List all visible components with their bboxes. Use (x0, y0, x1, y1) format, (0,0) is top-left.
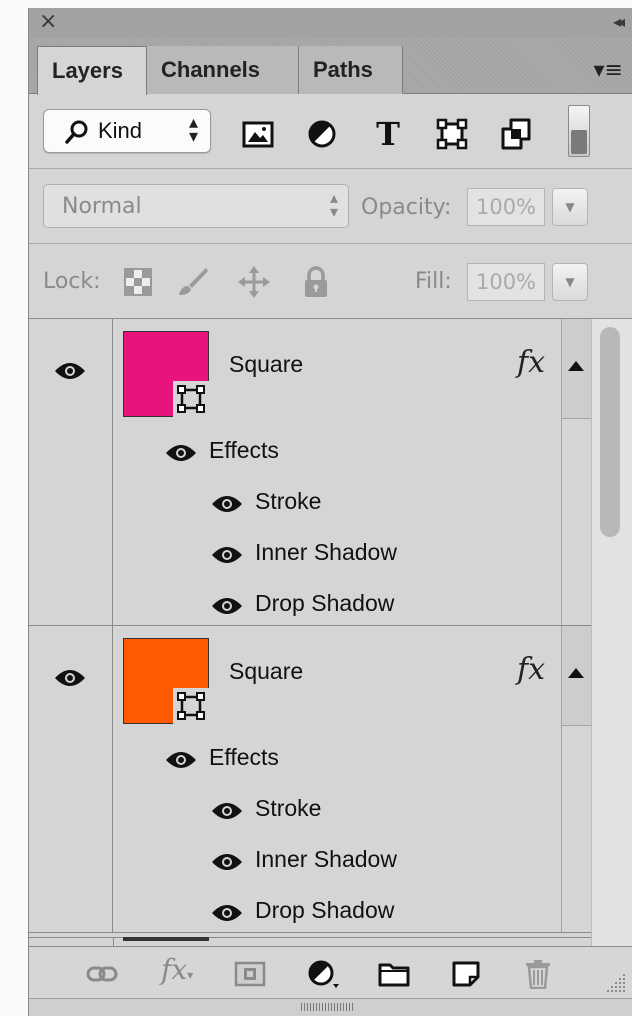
effect-label: Inner Shadow (255, 539, 397, 565)
fill-field[interactable]: 100% (467, 263, 545, 301)
visibility-column (29, 319, 113, 625)
effects-group-label: Effects (209, 744, 279, 770)
lock-position-icon[interactable] (237, 265, 271, 299)
layer-row[interactable]: Square fx Effects Stroke Inner Shadow Dr… (29, 319, 591, 626)
layers-scrollbar[interactable] (591, 319, 632, 947)
panel-menu-icon[interactable]: ▾≡ (594, 60, 623, 82)
effect-label: Inner Shadow (255, 846, 397, 872)
filter-toggle-switch[interactable] (568, 105, 590, 157)
tab-paths[interactable]: Paths (299, 46, 403, 94)
close-icon[interactable]: × (39, 10, 57, 34)
shape-layer-badge-icon (173, 688, 209, 724)
lock-image-pixels-icon[interactable] (175, 265, 209, 299)
collapse-panel-icon[interactable]: ◂◂ (613, 12, 625, 31)
add-layer-style-label: fx (161, 953, 188, 986)
panel-tabs: Layers Channels Paths ▾≡ (29, 38, 632, 95)
collapse-triangle-icon (568, 668, 584, 678)
lock-label: Lock: (43, 269, 101, 294)
panel-title-bar[interactable]: × ◂◂ (29, 8, 632, 38)
panel-resize-handle[interactable] (301, 1003, 355, 1011)
svg-text:T: T (376, 117, 400, 151)
layer-fx-indicator[interactable]: fx (517, 345, 545, 380)
blend-mode-value: Normal (62, 194, 142, 219)
layer-name[interactable]: Square (229, 658, 303, 685)
filter-kind-select[interactable]: Kind ▴ ▾ (43, 109, 211, 153)
add-layer-mask-icon[interactable] (233, 959, 267, 989)
collapse-toggle-cell (562, 319, 591, 419)
effect-visibility-eye-icon[interactable] (211, 852, 243, 872)
adjustment-layer-filter-icon[interactable] (305, 117, 339, 151)
link-layers-icon[interactable] (85, 959, 119, 989)
collapse-triangle-icon (568, 361, 584, 371)
effects-collapse-toggle[interactable] (561, 319, 591, 625)
effect-visibility-eye-icon[interactable] (211, 596, 243, 616)
effect-label: Stroke (255, 795, 322, 821)
shape-layer-filter-icon[interactable] (435, 117, 469, 151)
scrollbar-thumb[interactable] (600, 327, 620, 537)
next-thumbnail-edge (123, 937, 209, 941)
search-icon (65, 120, 88, 144)
effects-visibility-eye-icon[interactable] (165, 443, 197, 463)
effect-label: Drop Shadow (255, 897, 395, 923)
shape-layer-badge-icon (173, 381, 209, 417)
effect-label: Stroke (255, 488, 322, 514)
effects-collapse-toggle[interactable] (561, 626, 591, 932)
tab-channels[interactable]: Channels (147, 46, 299, 94)
effects-group-label: Effects (209, 437, 279, 463)
layers-panel: × ◂◂ Layers Channels Paths ▾≡ Kind ▴▾ T (28, 8, 632, 1016)
pixel-layer-filter-icon[interactable] (241, 117, 275, 151)
blend-mode-row: Normal ▴ ▾ Opacity: 100% ▼ (29, 170, 632, 244)
blend-mode-select[interactable]: Normal ▴ ▾ (43, 184, 349, 228)
layer-row[interactable]: Square fx Effects Stroke Inner Shadow Dr… (29, 626, 591, 933)
filter-kind-label: Kind (98, 118, 143, 143)
smart-object-filter-icon[interactable] (499, 117, 533, 151)
layer-filter-row: Kind ▴ ▾ T (29, 95, 632, 169)
opacity-field[interactable]: 100% (467, 188, 545, 226)
layer-visibility-eye-icon[interactable] (54, 668, 86, 688)
type-layer-filter-icon[interactable]: T (371, 117, 405, 151)
new-group-folder-icon[interactable] (377, 959, 411, 989)
opacity-dropdown-button[interactable]: ▼ (552, 188, 588, 226)
new-layer-icon[interactable] (449, 959, 483, 989)
layer-thumbnail[interactable] (123, 331, 209, 417)
effect-visibility-eye-icon[interactable] (211, 801, 243, 821)
collapse-toggle-cell (562, 626, 591, 726)
filter-toggle-knob (571, 130, 587, 154)
effect-visibility-eye-icon[interactable] (211, 494, 243, 514)
effect-visibility-eye-icon[interactable] (211, 903, 243, 923)
effect-visibility-eye-icon[interactable] (211, 545, 243, 565)
effect-label: Drop Shadow (255, 590, 395, 616)
select-arrows-icon: ▴ ▾ (188, 112, 198, 147)
layers-bottom-toolbar: fx▾ (29, 946, 632, 998)
resize-grip-icon[interactable] (605, 972, 627, 994)
layer-fx-indicator[interactable]: fx (517, 652, 545, 687)
lock-row: Lock: Fill: 100% ▼ (29, 245, 632, 319)
add-layer-style-icon[interactable]: fx▾ (161, 953, 195, 986)
tab-layers[interactable]: Layers (37, 46, 147, 95)
layer-visibility-eye-icon[interactable] (54, 361, 86, 381)
select-arrows-icon: ▴ ▾ (329, 188, 338, 221)
layer-name[interactable]: Square (229, 351, 303, 378)
new-fill-adjustment-layer-icon[interactable] (307, 959, 341, 989)
visibility-column (29, 626, 113, 932)
layer-thumbnail[interactable] (123, 638, 209, 724)
fill-dropdown-button[interactable]: ▼ (552, 263, 588, 301)
effects-visibility-eye-icon[interactable] (165, 750, 197, 770)
fill-label: Fill: (415, 269, 452, 294)
lock-transparent-pixels-icon[interactable] (121, 265, 155, 299)
layers-list: Square fx Effects Stroke Inner Shadow Dr… (29, 319, 632, 947)
opacity-label: Opacity: (361, 195, 452, 220)
lock-all-icon[interactable] (299, 265, 333, 299)
panel-footer (29, 998, 632, 1016)
delete-layer-trash-icon[interactable] (521, 959, 555, 989)
